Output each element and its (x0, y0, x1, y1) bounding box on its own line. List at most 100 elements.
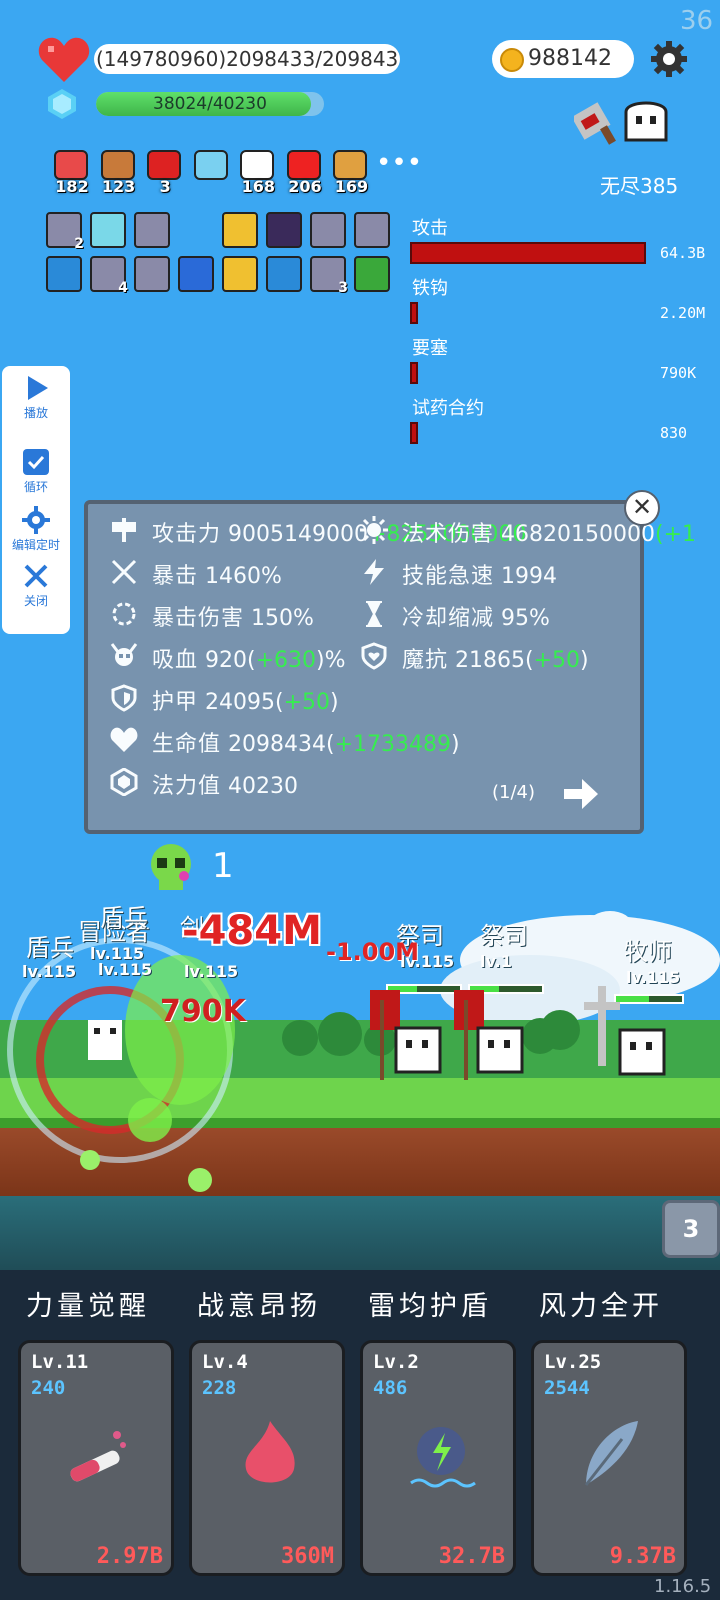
light-icon[interactable] (90, 212, 126, 248)
stats-page-indicator: (1/4) (492, 782, 536, 803)
mask-icon[interactable] (222, 256, 258, 292)
stat-armor-label: 护甲 (152, 690, 199, 715)
checkbox-icon (23, 449, 49, 475)
damage-stat-label: 铁钩 (412, 278, 448, 299)
fps-counter: 36 (680, 6, 714, 36)
stats-panel: 攻击力 9005149000+8255000000 法术伤害 468201500… (84, 500, 696, 834)
coin-icon (500, 48, 524, 72)
skill-mana-cost: 2544 (544, 1377, 590, 1399)
item-count: 169 (334, 177, 369, 196)
damage-stat-bar (410, 242, 646, 264)
sword-icon[interactable] (354, 212, 390, 248)
endless-mode-icon[interactable] (574, 96, 684, 146)
damage-stat-bar (410, 422, 418, 444)
enemy-name: 牧师 (624, 938, 672, 966)
vortex-icon[interactable] (46, 256, 82, 292)
skill-card[interactable]: Lv.11 240 2.97B (18, 1340, 174, 1576)
stat-hp-bonus: +1733489 (334, 732, 452, 757)
inventory-item[interactable]: 3 (143, 148, 184, 196)
close-menu-button[interactable]: 关闭 (2, 562, 70, 609)
stat-mres-value: 21865 (455, 648, 526, 673)
sword-icon[interactable]: 4 (90, 256, 128, 296)
inventory-item[interactable]: 123 (97, 148, 138, 196)
magnet-icon (147, 150, 182, 180)
inventory-items: 182 123 3 168 206 169 ••• (50, 148, 422, 196)
hp-heart-icon (110, 727, 138, 752)
skill-upgrade-price: 9.37B (609, 1544, 676, 1569)
wave-counter-button[interactable]: 3 (662, 1200, 720, 1258)
enemy-level: lv.1 (480, 952, 512, 971)
stat-magic-bonus: (+1 (654, 522, 696, 547)
sun-icon (360, 516, 388, 544)
enemy-sprites (370, 986, 666, 1080)
loop-toggle[interactable]: 循环 (2, 448, 70, 495)
skill-card[interactable]: Lv.25 2544 9.37B (531, 1340, 687, 1576)
skill-level: Lv.11 (31, 1351, 89, 1373)
skill-card[interactable]: Lv.2 486 32.7B (360, 1340, 516, 1576)
rune-icon[interactable] (354, 256, 390, 292)
dark-icon[interactable] (266, 212, 302, 248)
side-menu: 播放 循环 编辑定时 关闭 (2, 366, 70, 634)
skill-level: Lv.4 (202, 1351, 248, 1373)
inventory-item[interactable]: 182 (50, 148, 91, 196)
sword-icon[interactable] (134, 212, 170, 248)
skill-name: 力量觉醒 (26, 1291, 150, 1322)
skill-card[interactable]: Lv.4 228 360M (189, 1340, 345, 1576)
play-icon (28, 376, 48, 400)
inventory-item[interactable]: 206 (283, 148, 324, 196)
enemy-name: 祭司 (480, 922, 528, 950)
stat-magic-label: 法术伤害 (402, 522, 495, 547)
endless-wave-label: 无尽385 (600, 174, 679, 198)
hp-bar: (149780960)2098433/2098433 (94, 44, 400, 74)
inventory-item[interactable]: 168 (236, 148, 277, 196)
equip-badge: 2 (74, 236, 84, 252)
stat-lifesteal-suffix: % (324, 648, 346, 673)
enemy-name: 盾兵 (26, 934, 74, 962)
inventory-item[interactable] (190, 148, 231, 194)
stat-mres-bonus: +50 (533, 648, 581, 673)
armor-shield-icon (111, 684, 137, 712)
enemy-level: lv.115 (22, 962, 77, 981)
close-stats-button[interactable]: ✕ (624, 490, 660, 526)
stat-critdmg-value: 150% (251, 606, 314, 631)
item-count: 182 (55, 177, 89, 196)
stat-hp-value: 2098434 (228, 732, 326, 757)
edit-timer-label: 编辑定时 (11, 538, 60, 552)
equipment-row-1: 2 (46, 212, 406, 252)
mp-gem-icon (110, 768, 138, 796)
sword-icon[interactable] (310, 212, 346, 248)
stat-mp-value: 40230 (228, 774, 299, 799)
stat-magic-value: 46820150000 (501, 522, 655, 547)
gear-icon (22, 506, 50, 534)
stat-cdr-value: 95% (501, 606, 550, 631)
burst-icon[interactable] (178, 256, 214, 292)
book-icon (333, 150, 368, 180)
skill-mana-cost: 228 (202, 1377, 237, 1399)
sword-icon[interactable]: 3 (310, 256, 348, 296)
stat-hp-label: 生命值 (152, 732, 222, 757)
next-page-arrow-icon[interactable] (562, 776, 600, 812)
vortex-icon[interactable] (266, 256, 302, 292)
egg-icon (240, 150, 275, 180)
edit-timer-button[interactable]: 编辑定时 (2, 506, 70, 553)
sword-icon[interactable]: 2 (46, 212, 84, 252)
flame-icon (245, 1421, 295, 1483)
inventory-item[interactable]: 169 (329, 148, 370, 196)
play-button[interactable]: 播放 (2, 374, 70, 421)
stat-crit: 暴击 1460% (152, 558, 282, 590)
settings-gear-icon[interactable] (650, 40, 688, 78)
shield-icon[interactable] (222, 212, 258, 248)
item-count: 123 (101, 177, 136, 196)
more-items-icon[interactable]: ••• (376, 148, 422, 194)
stat-lifesteal-label: 吸血 (152, 648, 199, 673)
critdmg-icon (112, 602, 136, 626)
damage-stat-value: 830 (660, 424, 688, 442)
stat-cdr-label: 冷却缩减 (402, 606, 495, 631)
crit-icon (111, 559, 137, 585)
enemy-level: lv.115 (98, 960, 153, 979)
mp-bar: 38024/40230 (96, 92, 324, 116)
stat-mres: 魔抗 21865(+50) (402, 648, 589, 673)
skill-mana-cost: 486 (373, 1377, 408, 1399)
heart-icon (38, 37, 90, 82)
sword-icon[interactable] (134, 256, 170, 292)
